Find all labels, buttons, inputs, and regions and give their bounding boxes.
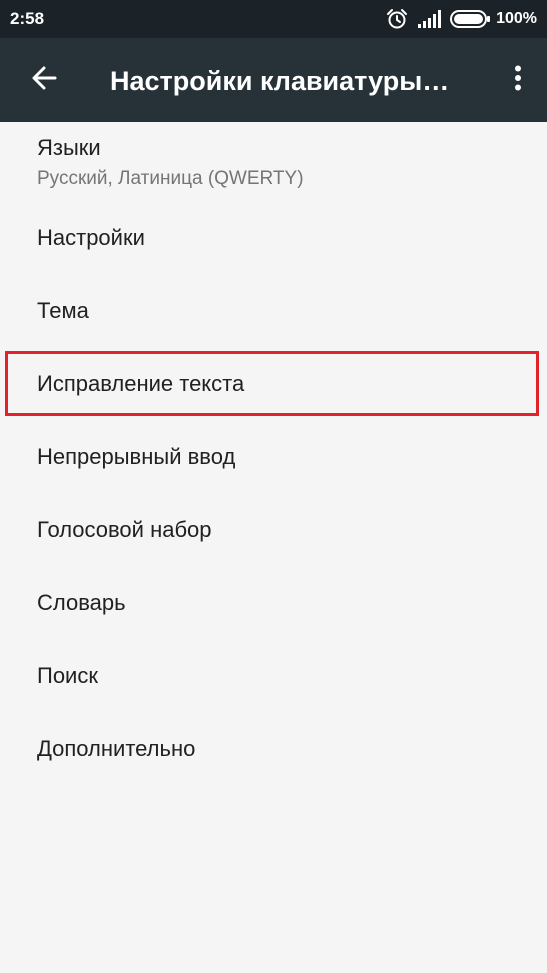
more-vert-icon — [514, 65, 522, 96]
page-title: Настройки клавиатуры… — [110, 66, 450, 96]
arrow-back-icon — [31, 65, 57, 96]
status-bar: 2:58 100% — [0, 0, 547, 38]
settings-item-title: Исправление текста — [37, 371, 245, 396]
signal-icon — [418, 10, 442, 28]
settings-item-title: Настройки — [37, 225, 145, 250]
battery-percent: 100% — [496, 10, 537, 27]
alarm-icon — [386, 8, 408, 30]
overflow-menu-button[interactable] — [503, 58, 533, 102]
settings-item-title: Непрерывный ввод — [37, 444, 236, 469]
settings-item-dictionary[interactable]: Словарь — [0, 565, 547, 638]
settings-item-theme[interactable]: Тема — [0, 273, 547, 346]
status-icons: 100% — [386, 8, 537, 30]
settings-item-title: Языки — [37, 135, 101, 160]
settings-item-advanced[interactable]: Дополнительно — [0, 711, 547, 784]
settings-item-title: Голосовой набор — [37, 517, 212, 542]
settings-item-voice-input[interactable]: Голосовой набор — [0, 492, 547, 565]
settings-item-title: Дополнительно — [37, 736, 196, 761]
settings-item-languages[interactable]: Языки Русский, Латиница (QWERTY) — [0, 122, 547, 200]
toolbar: Настройки клавиатуры… — [0, 38, 547, 122]
battery-icon — [450, 10, 491, 28]
settings-item-preferences[interactable]: Настройки — [0, 200, 547, 273]
settings-item-summary: Русский, Латиница (QWERTY) — [37, 168, 304, 189]
settings-item-title: Тема — [37, 298, 89, 323]
settings-item-text-correction[interactable]: Исправление текста — [0, 346, 547, 419]
settings-item-gesture-typing[interactable]: Непрерывный ввод — [0, 419, 547, 492]
settings-item-search[interactable]: Поиск — [0, 638, 547, 711]
back-button[interactable] — [22, 58, 66, 102]
status-time: 2:58 — [10, 9, 45, 28]
settings-item-title: Словарь — [37, 590, 126, 615]
settings-item-title: Поиск — [37, 663, 98, 688]
